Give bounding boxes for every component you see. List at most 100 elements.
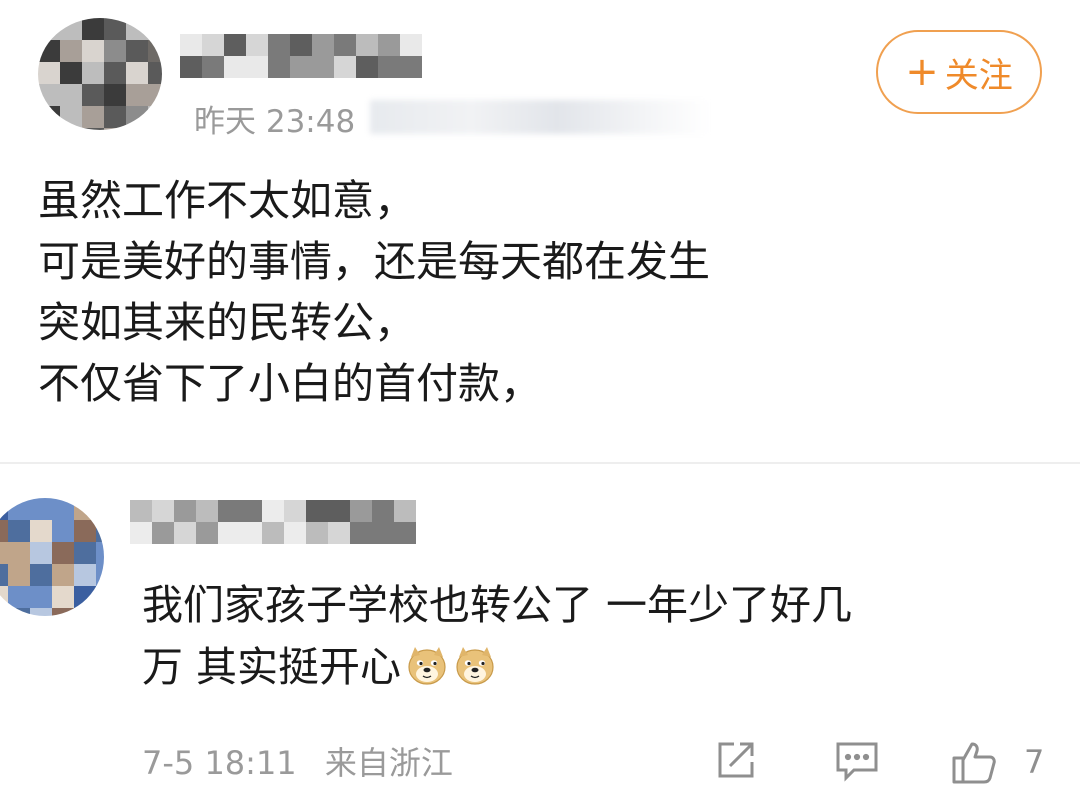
mosaic-cell xyxy=(394,500,416,522)
mosaic-cell xyxy=(82,106,104,128)
mosaic-cell xyxy=(180,34,202,56)
comment-line: 我们家孩子学校也转公了 一年少了好几 xyxy=(142,581,853,629)
mosaic-cell xyxy=(372,522,394,544)
mosaic-cell xyxy=(104,40,126,62)
username-blurred[interactable] xyxy=(180,34,422,78)
mosaic-cell xyxy=(262,522,284,544)
mosaic-cell xyxy=(350,522,372,544)
mosaic-cell xyxy=(328,500,350,522)
mosaic-cell xyxy=(60,62,82,84)
mosaic-cell xyxy=(130,500,152,522)
mosaic-cell xyxy=(8,520,30,542)
follow-button[interactable]: + 关注 xyxy=(876,30,1042,114)
mosaic-cell xyxy=(306,500,328,522)
mosaic-cell xyxy=(96,542,104,564)
text-fade xyxy=(0,440,1080,470)
post-line: 突如其来的民转公， xyxy=(38,298,417,347)
mosaic-cell xyxy=(284,522,306,544)
mosaic-cell xyxy=(152,522,174,544)
mosaic-cell xyxy=(8,608,30,616)
mosaic-cell xyxy=(126,40,148,62)
thumbs-up-icon xyxy=(952,742,996,784)
avatar[interactable] xyxy=(38,18,162,130)
doge-emoji xyxy=(456,647,494,685)
mosaic-cell xyxy=(30,564,52,586)
mosaic-cell xyxy=(96,498,104,520)
mosaic-cell xyxy=(0,520,8,542)
mosaic-cell xyxy=(240,522,262,544)
mosaic-cell xyxy=(356,34,378,56)
mosaic-cell xyxy=(378,56,400,78)
mosaic-cell xyxy=(0,586,8,608)
mosaic-cell xyxy=(148,106,162,128)
mosaic-cell xyxy=(126,128,148,130)
mosaic-cell xyxy=(356,56,378,78)
mosaic-cell xyxy=(8,586,30,608)
mosaic-cell xyxy=(60,40,82,62)
mosaic-cell xyxy=(148,128,162,130)
mosaic-cell xyxy=(38,40,60,62)
post-line: 不仅省下了小白的首付款， xyxy=(38,359,543,408)
mosaic-cell xyxy=(74,520,96,542)
mosaic-cell xyxy=(240,500,262,522)
mosaic-cell xyxy=(96,586,104,608)
mosaic-cell xyxy=(174,522,196,544)
mosaic-cell xyxy=(202,34,224,56)
mosaic-cell xyxy=(328,522,350,544)
mosaic-cell xyxy=(148,84,162,106)
divider xyxy=(0,462,1080,464)
share-button[interactable] xyxy=(714,738,758,782)
mosaic-cell xyxy=(52,564,74,586)
mosaic-cell xyxy=(334,56,356,78)
post-line: 虽然工作不太如意， xyxy=(38,176,417,225)
mosaic-cell xyxy=(60,128,82,130)
mosaic-cell xyxy=(74,564,96,586)
mosaic-cell xyxy=(174,500,196,522)
comment-source: 来自浙江 xyxy=(324,744,453,782)
like-button[interactable]: 7 xyxy=(950,738,1044,786)
mosaic-cell xyxy=(372,500,394,522)
mosaic-cell xyxy=(8,542,30,564)
mosaic-cell xyxy=(104,128,126,130)
like-count: 7 xyxy=(1024,743,1045,781)
mosaic-cell xyxy=(148,62,162,84)
mosaic-cell xyxy=(400,56,422,78)
mosaic-cell xyxy=(290,56,312,78)
mosaic-cell xyxy=(74,542,96,564)
mosaic-cell xyxy=(52,542,74,564)
mosaic-cell xyxy=(196,500,218,522)
comment-button[interactable] xyxy=(834,738,880,782)
mosaic-cell xyxy=(126,62,148,84)
mosaic-cell xyxy=(400,34,422,56)
mosaic-cell xyxy=(60,106,82,128)
mosaic-cell xyxy=(306,522,328,544)
comment-body: 我们家孩子学校也转公了 一年少了好几 万 其实挺开心 xyxy=(142,574,1042,698)
mosaic-cell xyxy=(30,520,52,542)
mosaic-cell xyxy=(60,18,82,40)
doge-emoji xyxy=(408,647,446,685)
mosaic-cell xyxy=(96,564,104,586)
mosaic-cell xyxy=(30,498,52,520)
mosaic-cell xyxy=(246,56,268,78)
mosaic-cell xyxy=(148,40,162,62)
mosaic-cell xyxy=(74,608,96,616)
mosaic-cell xyxy=(218,522,240,544)
mosaic-cell xyxy=(52,586,74,608)
mosaic-cell xyxy=(82,40,104,62)
mosaic-cell xyxy=(284,500,306,522)
mosaic-cell xyxy=(268,56,290,78)
mosaic-cell xyxy=(30,586,52,608)
avatar[interactable] xyxy=(0,498,104,616)
post-timestamp: 昨天 23:48 xyxy=(194,104,356,140)
mosaic-cell xyxy=(246,34,268,56)
username-blurred[interactable] xyxy=(130,500,420,546)
mosaic-cell xyxy=(394,522,416,544)
mosaic-cell xyxy=(82,62,104,84)
mosaic-cell xyxy=(268,34,290,56)
mosaic-cell xyxy=(130,522,152,544)
mosaic-cell xyxy=(0,542,8,564)
comment-date: 7-5 18:11 xyxy=(142,744,297,782)
mosaic-cell xyxy=(262,500,284,522)
mosaic-cell xyxy=(0,608,8,616)
mosaic-cell xyxy=(38,128,60,130)
